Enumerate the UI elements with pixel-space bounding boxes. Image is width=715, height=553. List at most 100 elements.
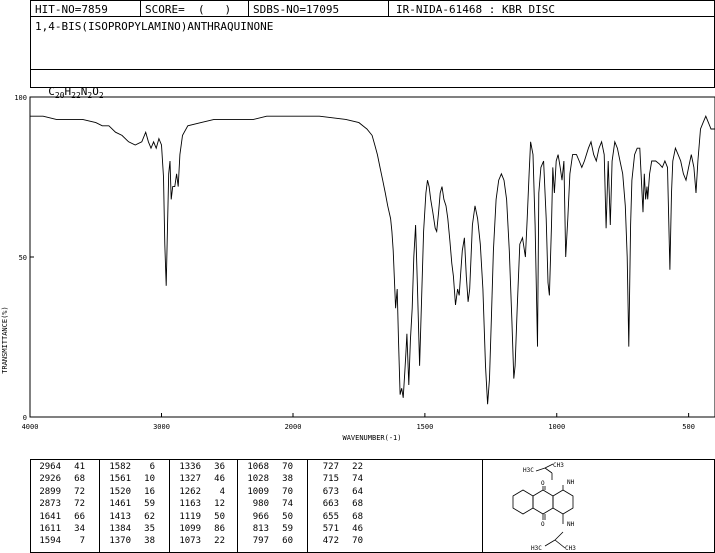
peak-wavenumber: 2926: [39, 474, 61, 485]
peak-transmittance: 74: [282, 499, 293, 510]
peak-table-row: 797 60: [241, 536, 293, 547]
structure-ch3-top: CH3: [553, 462, 564, 469]
peak-table-row: 472 70: [311, 536, 363, 547]
peak-wavenumber: 1009: [247, 486, 269, 497]
structure-ch3-bottom: CH3: [565, 545, 576, 552]
header-col-divider-3: [388, 0, 389, 17]
method: IR-NIDA-61468 : KBR DISC: [396, 3, 555, 16]
peak-wavenumber: 663: [322, 499, 339, 510]
peak-table-row: 1099 86: [173, 524, 225, 535]
peak-transmittance: 36: [214, 462, 225, 472]
structure-nh-top: NH: [567, 479, 575, 486]
peak-wavenumber: 980: [252, 499, 269, 510]
peak-table-row: 1461 59: [103, 499, 155, 510]
peak-table-row: 1520 16: [103, 487, 155, 498]
peak-wavenumber: 655: [322, 511, 339, 522]
peak-transmittance: 41: [74, 462, 85, 472]
peak-wavenumber: 1384: [109, 524, 131, 534]
structure-o-top: O: [541, 480, 545, 487]
peak-wavenumber: 1068: [247, 462, 269, 472]
peak-transmittance: 35: [144, 524, 155, 534]
peak-transmittance: 46: [214, 474, 225, 485]
peak-transmittance: 59: [282, 524, 293, 534]
peak-table-col-divider: [169, 459, 170, 553]
peak-wavenumber: 2964: [39, 462, 61, 472]
peak-table-row: 1641 66: [33, 512, 85, 523]
peak-transmittance: 64: [352, 486, 363, 497]
peak-wavenumber: 1520: [109, 486, 131, 497]
x-axis-label: WAVENUMBER(-1): [342, 434, 401, 442]
peak-table-row: 2873 72: [33, 499, 85, 510]
peak-transmittance: 70: [282, 486, 293, 497]
peak-transmittance: 38: [282, 474, 293, 485]
peak-transmittance: 68: [352, 499, 363, 510]
peak-table-row: 663 68: [311, 499, 363, 510]
peak-table-row: 1327 46: [173, 474, 225, 485]
peak-transmittance: 12: [214, 499, 225, 510]
x-tick-label: 3000: [153, 423, 170, 431]
peak-wavenumber: 571: [322, 524, 339, 534]
peak-table-row: 673 64: [311, 487, 363, 498]
peak-wavenumber: 1327: [179, 474, 201, 485]
structure-diagram: H3C CH3 NH O O NH H3C CH3: [512, 462, 576, 552]
peak-transmittance: 34: [74, 524, 85, 534]
peak-wavenumber: 1099: [179, 524, 201, 534]
peak-wavenumber: 715: [322, 474, 339, 485]
peak-table-row: 1163 12: [173, 499, 225, 510]
peak-table-row: 571 46: [311, 524, 363, 535]
peak-table-row: 1413 62: [103, 512, 155, 523]
header-col-divider-1: [140, 0, 141, 17]
header-box: [30, 0, 715, 88]
peak-transmittance: 68: [352, 511, 363, 522]
y-axis-label: TRANSMITTANCE(%): [1, 306, 9, 373]
structure-nh-bottom: NH: [567, 521, 575, 528]
peak-table-row: 1073 22: [173, 536, 225, 547]
peak-transmittance: 50: [214, 511, 225, 522]
y-tick-label: 0: [23, 414, 27, 422]
peak-table-row: 1611 34: [33, 524, 85, 535]
header-row-divider: [30, 16, 715, 17]
peak-table-row: 813 59: [241, 524, 293, 535]
peak-table-row: 1336 36: [173, 462, 225, 473]
peak-table-row: 2899 72: [33, 487, 85, 498]
y-tick-label: 100: [14, 94, 27, 102]
x-tick-label: 4000: [22, 423, 39, 431]
peak-wavenumber: 1370: [109, 536, 131, 547]
structure-h3c-bottom: H3C: [531, 545, 542, 552]
peak-wavenumber: 1582: [109, 462, 131, 472]
peak-wavenumber: 1163: [179, 499, 201, 510]
peak-transmittance: 50: [282, 511, 293, 522]
hit-number: HIT-NO=7859: [35, 3, 108, 16]
score: SCORE= ( ): [145, 3, 232, 16]
peak-table-row: 1561 10: [103, 474, 155, 485]
peak-table-row: 655 68: [311, 512, 363, 523]
y-tick-label: 50: [19, 254, 27, 262]
peak-table-row: 1028 38: [241, 474, 293, 485]
plot-frame: [29, 96, 715, 418]
peak-table-row: 1262 4: [173, 487, 225, 498]
x-tick-label: 500: [682, 423, 695, 431]
x-tick-label: 1500: [416, 423, 433, 431]
peak-transmittance: 70: [282, 462, 293, 472]
peak-transmittance: 72: [74, 486, 85, 497]
peak-wavenumber: 472: [322, 536, 339, 547]
peak-table-row: 1384 35: [103, 524, 155, 535]
peak-wavenumber: 813: [252, 524, 269, 534]
peak-wavenumber: 1262: [179, 486, 201, 497]
peak-wavenumber: 1336: [179, 462, 201, 472]
peak-wavenumber: 1461: [109, 499, 131, 510]
peak-transmittance: 38: [144, 536, 155, 547]
peak-table-row: 1594 7: [33, 536, 85, 547]
header-formula-divider: [30, 69, 715, 70]
peak-transmittance: 59: [144, 499, 155, 510]
peak-transmittance: 70: [352, 536, 363, 547]
peak-transmittance: 6: [149, 462, 155, 472]
header-col-divider-2: [248, 0, 249, 17]
peak-table-row: 727 22: [311, 462, 363, 473]
peak-table-row: 966 50: [241, 512, 293, 523]
x-tick-label: 1000: [548, 423, 565, 431]
peak-wavenumber: 2873: [39, 499, 61, 510]
peak-wavenumber: 1594: [39, 536, 61, 547]
peak-transmittance: 68: [74, 474, 85, 485]
peak-table-col-divider: [237, 459, 238, 553]
